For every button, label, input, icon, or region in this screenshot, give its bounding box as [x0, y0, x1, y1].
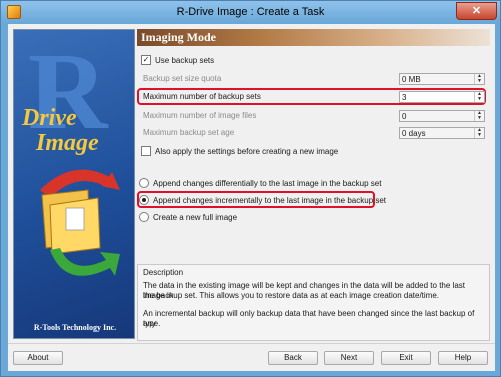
description-box: Description The data in the existing ima…	[137, 264, 490, 341]
logo-word-drive: Drive	[22, 105, 77, 131]
about-button[interactable]: About	[13, 351, 63, 365]
spin-down-icon[interactable]: ▼	[474, 79, 484, 84]
use-backup-sets-label: Use backup sets	[155, 56, 215, 65]
use-backup-sets-checkbox[interactable]: ✓	[141, 55, 151, 65]
max-image-files-spinner[interactable]: 0 ▲ ▼	[399, 110, 485, 122]
max-backup-sets-label: Maximum number of backup sets	[143, 92, 261, 101]
radio-new-full[interactable]	[139, 212, 149, 222]
window-title: R-Drive Image : Create a Task	[176, 6, 325, 18]
radio-differential[interactable]	[139, 178, 149, 188]
spin-down-icon[interactable]: ▼	[474, 133, 484, 138]
max-image-files-label: Maximum number of image files	[143, 111, 257, 120]
max-backup-sets-spinner[interactable]: 3 ▲ ▼	[399, 91, 485, 103]
backup-set-size-quota-spinner[interactable]: 0 MB ▲ ▼	[399, 73, 485, 85]
radio-incremental-label: Append changes incrementally to the last…	[153, 196, 387, 205]
backup-set-size-quota-label: Backup set size quota	[143, 74, 222, 83]
close-button[interactable]: ✕	[456, 2, 497, 20]
company-name: R-Tools Technology Inc.	[33, 323, 117, 332]
radio-incremental-row[interactable]: Append changes incrementally to the last…	[139, 194, 386, 208]
back-button[interactable]: Back	[268, 351, 318, 365]
radio-differential-label: Append changes differentially to the las…	[153, 179, 382, 188]
radio-new-full-label: Create a new full image	[153, 213, 238, 222]
apply-before-new-row[interactable]: Also apply the settings before creating …	[139, 145, 479, 159]
use-backup-sets-row[interactable]: ✓ Use backup sets	[139, 54, 479, 68]
spin-down-icon[interactable]: ▼	[474, 97, 484, 102]
footer-divider	[8, 343, 495, 344]
max-backup-set-age-spinner[interactable]: 0 days ▲ ▼	[399, 127, 485, 139]
green-arrow-icon	[50, 248, 120, 276]
max-image-files-value: 0	[402, 112, 407, 121]
radio-incremental[interactable]	[139, 195, 149, 205]
max-backup-set-age-label: Maximum backup set age	[143, 128, 235, 137]
description-title: Description	[143, 268, 184, 277]
backup-set-size-quota-value: 0 MB	[402, 75, 421, 84]
next-button[interactable]: Next	[324, 351, 374, 365]
title-bar[interactable]: R-Drive Image : Create a Task ✕	[1, 1, 500, 23]
help-button[interactable]: Help	[438, 351, 488, 365]
max-backup-sets-value: 3	[402, 93, 407, 102]
app-window: R-Drive Image : Create a Task ✕ R Drive …	[0, 0, 501, 377]
spin-down-icon[interactable]: ▼	[474, 116, 484, 121]
folder-arrows-illustration	[40, 169, 120, 276]
dialog-client: R Drive Image R-Tools Technology Inc. Im…	[8, 24, 495, 371]
radio-new-full-row[interactable]: Create a new full image	[139, 211, 339, 225]
apply-before-new-checkbox[interactable]	[141, 146, 151, 156]
max-backup-set-age-value: 0 days	[402, 129, 426, 138]
apply-before-new-label: Also apply the settings before creating …	[155, 147, 339, 156]
radio-differential-row[interactable]: Append changes differentially to the las…	[139, 177, 479, 191]
exit-button[interactable]: Exit	[381, 351, 431, 365]
section-title: Imaging Mode	[137, 29, 490, 46]
document-icon	[65, 207, 85, 231]
description-line: type.	[143, 319, 161, 328]
description-line: the backup set. This allows you to resto…	[143, 291, 440, 300]
side-banner: R Drive Image R-Tools Technology Inc.	[13, 29, 135, 339]
